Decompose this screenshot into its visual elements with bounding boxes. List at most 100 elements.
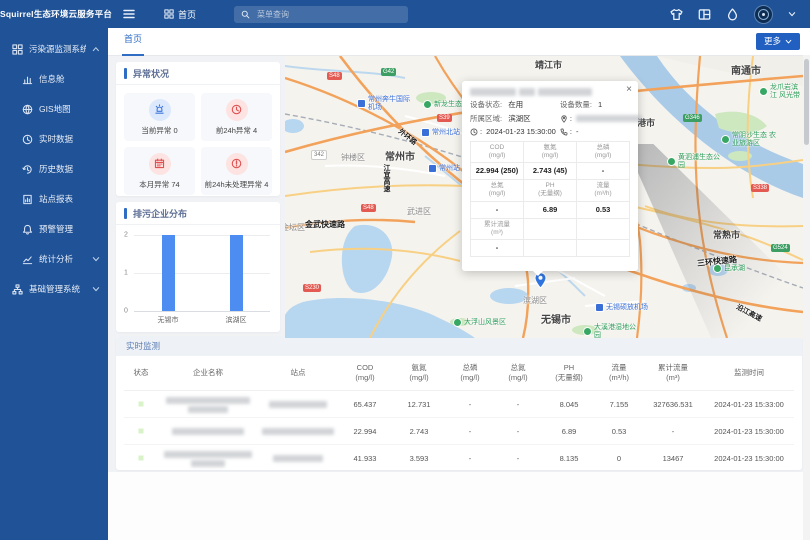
- ph-value: 6.89: [542, 427, 596, 436]
- popup-phone: -: [576, 127, 579, 136]
- metric-header: 氨氮(mg/l): [524, 142, 577, 163]
- table-title: 实时监测: [116, 336, 802, 356]
- theme-skin-icon[interactable]: [670, 8, 683, 21]
- monitor-time: 2024-01-23 15:33:00: [704, 400, 794, 409]
- sidebar-nav: 污染源监测系统信息舱 GIS地图实时数据历史数据站点报表预警管理统计分析基础管理系…: [0, 34, 108, 304]
- panel-title-text: 排污企业分布: [133, 207, 187, 220]
- column-header-企业名称: 企业名称: [158, 368, 258, 378]
- metric-header: 流量(m³/h): [577, 180, 630, 201]
- tn-value: -: [494, 400, 542, 409]
- metric-header: 总氮(mg/l): [471, 180, 524, 201]
- panel-title-text: 异常状况: [133, 67, 169, 80]
- nh3n-value: 2.743: [392, 427, 446, 436]
- table-header-row: 状态企业名称站点COD(mg/l)氨氮(mg/l)总磷(mg/l)总氮(mg/l…: [124, 356, 794, 391]
- sidebar-item-4[interactable]: 历史数据: [0, 154, 108, 184]
- table-row[interactable]: 22.994 2.743 - - 6.89 0.53 - 2024-01-23 …: [124, 418, 794, 445]
- cod-value: 65.437: [338, 400, 392, 409]
- column-header-COD: COD(mg/l): [338, 363, 392, 383]
- sidebar-item-7[interactable]: 统计分析: [0, 244, 108, 274]
- bell-icon: [22, 224, 33, 235]
- tab-bar: 首页 更多: [108, 28, 810, 56]
- title-accent-bar: [124, 68, 127, 79]
- sidebar-item-6[interactable]: 预警管理: [0, 214, 108, 244]
- metric-header: PH(无量纲): [524, 180, 577, 201]
- stat-card-3[interactable]: 前24h未处理异常 4: [201, 147, 272, 195]
- sidebar-item-3[interactable]: 实时数据: [0, 124, 108, 154]
- sidebar-item-label: GIS地图: [39, 103, 100, 115]
- sidebar-item-label: 预警管理: [39, 223, 100, 235]
- sidebar-item-2[interactable]: GIS地图: [0, 94, 108, 124]
- gridline: [134, 235, 270, 236]
- tab-home[interactable]: 首页: [122, 27, 144, 56]
- scrollbar-thumb[interactable]: [804, 59, 809, 145]
- metric-header: 总磷(mg/l): [577, 142, 630, 163]
- empty-cell: [577, 219, 630, 240]
- flame-icon[interactable]: [726, 8, 739, 21]
- globe-icon: [22, 104, 33, 115]
- vertical-scrollbar[interactable]: [803, 55, 810, 540]
- phone-icon: [560, 128, 568, 136]
- popup-metrics-grid: COD(mg/l) 氨氮(mg/l) 总磷(mg/l) 22.994 (250)…: [470, 141, 630, 257]
- app-logo: Squirrel生态环境云服务平台: [0, 0, 108, 28]
- column-header-监测时间: 监测时间: [704, 368, 794, 378]
- layout-panels-icon[interactable]: [698, 8, 711, 21]
- y-tick-label: 2: [124, 232, 128, 239]
- breadcrumb[interactable]: 首页: [164, 8, 196, 21]
- more-button-label: 更多: [764, 33, 781, 50]
- flow-value: 0: [596, 454, 642, 463]
- sidebar-item-label: 统计分析: [39, 253, 86, 265]
- metric-header: 累计流量(m³): [471, 219, 524, 240]
- table-row[interactable]: 41.933 3.593 - - 8.135 0 13467 2024-01-2…: [124, 445, 794, 470]
- sidebar-item-1[interactable]: 信息舱: [0, 64, 108, 94]
- station-name-redacted: [258, 400, 338, 409]
- stat-card-2[interactable]: 本月异常 74: [124, 147, 195, 195]
- panel-title-distribution: 排污企业分布: [116, 202, 280, 225]
- flow-value: 7.155: [596, 400, 642, 409]
- ph-value: 8.045: [542, 400, 596, 409]
- stat-card-1[interactable]: 前24h异常 4: [201, 93, 272, 141]
- column-header-站点: 站点: [258, 368, 338, 378]
- chevron-down-icon[interactable]: [788, 10, 796, 18]
- table-row[interactable]: 65.437 12.731 - - 8.045 7.155 327636.531…: [124, 391, 794, 418]
- calendar-icon: [149, 153, 171, 175]
- stat-card-label: 当前异常 0: [141, 125, 177, 136]
- sidebar-item-label: 信息舱: [39, 73, 100, 85]
- sidebar-item-0[interactable]: 污染源监测系统: [0, 34, 108, 64]
- more-button[interactable]: 更多: [756, 33, 800, 50]
- cod-value: 41.933: [338, 454, 392, 463]
- station-name-redacted: [258, 427, 338, 436]
- stat-card-0[interactable]: 当前异常 0: [124, 93, 195, 141]
- user-avatar[interactable]: [754, 5, 773, 24]
- column-header-总磷: 总磷(mg/l): [446, 363, 494, 383]
- sidebar-item-8[interactable]: 基础管理系统: [0, 274, 108, 304]
- gis-map[interactable]: 靖江市南通市港市常州市钟楼区武进区金坛区常熟市滨湖区无锡市金武快速路外环路江宜高…: [285, 56, 803, 338]
- close-icon[interactable]: ×: [626, 85, 632, 95]
- device-count-value: 1: [598, 100, 602, 109]
- stat-card-label: 前24h异常 4: [216, 125, 257, 136]
- monitor-time: 2024-01-23 15:30:00: [704, 427, 794, 436]
- company-name-redacted: [158, 427, 258, 436]
- grid-icon: [12, 44, 23, 55]
- tp-value: -: [446, 400, 494, 409]
- warning-icon: [226, 153, 248, 175]
- gridline: [134, 273, 270, 274]
- hamburger-menu-icon[interactable]: [122, 8, 136, 20]
- total-flow-value: -: [642, 427, 704, 436]
- column-header-累计流量: 累计流量(m³): [642, 363, 704, 383]
- sidebar-item-5[interactable]: 站点报表: [0, 184, 108, 214]
- sidebar-item-label: 站点报表: [39, 193, 100, 205]
- search-input[interactable]: [255, 9, 379, 20]
- device-status-value: 在用: [508, 99, 523, 110]
- column-header-氨氮: 氨氮(mg/l): [392, 363, 446, 383]
- tn-value: -: [494, 427, 542, 436]
- metric-value: -: [471, 240, 524, 257]
- y-tick-label: 1: [124, 270, 128, 277]
- siren-icon: [149, 99, 171, 121]
- bars-icon: [22, 74, 33, 85]
- chevron-down-icon: [92, 255, 100, 263]
- search-icon: [241, 10, 250, 19]
- bar-无锡市: [162, 235, 175, 311]
- realtime-monitor-panel: 实时监测 状态企业名称站点COD(mg/l)氨氮(mg/l)总磷(mg/l)总氮…: [116, 336, 802, 470]
- monitor-time: 2024-01-23 15:30:00: [704, 454, 794, 463]
- menu-search[interactable]: [234, 6, 408, 23]
